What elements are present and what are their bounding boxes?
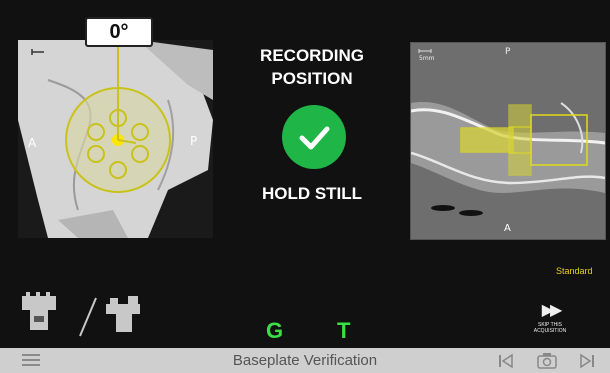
status-line-1: RECORDING xyxy=(260,46,364,65)
ct-anterior-label: A xyxy=(504,223,511,234)
skip-forward-icon[interactable] xyxy=(578,353,596,369)
check-icon xyxy=(282,105,346,169)
status-heading: RECORDING POSITION xyxy=(232,44,392,90)
skip-back-icon[interactable] xyxy=(497,353,515,369)
posterior-label: P xyxy=(190,134,198,148)
g-indicator: G xyxy=(266,318,284,343)
main-screen: A P 0° RECORDING POSITION HOLD STILL 5mm… xyxy=(0,0,610,348)
anterior-label: A xyxy=(28,136,37,150)
bottom-bar: Baseplate Verification xyxy=(0,348,610,373)
bone-3d-view: A P xyxy=(18,40,213,238)
baseplate-icon xyxy=(22,292,56,330)
hold-still-label: HOLD STILL xyxy=(261,184,363,203)
ct-image xyxy=(411,43,605,239)
skip-acquisition-button[interactable]: ▶▶ SKIP THIS ACQUISITION xyxy=(520,302,580,335)
scale-label: 5mm xyxy=(419,55,435,62)
standard-label: Standard xyxy=(556,266,593,276)
fast-forward-icon: ▶▶ xyxy=(541,302,563,319)
camera-icon[interactable] xyxy=(536,352,558,370)
ct-slice-view: 5mm P A xyxy=(410,42,606,240)
glenoid-model xyxy=(18,40,213,238)
status-line-2: POSITION xyxy=(271,69,353,88)
ct-posterior-label: P xyxy=(505,47,511,57)
implant-toggle[interactable] xyxy=(18,290,158,340)
skip-line-2: ACQUISITION xyxy=(533,328,567,334)
divider-slash xyxy=(79,297,97,337)
page-title: Baseplate Verification xyxy=(232,352,378,369)
t-indicator: T xyxy=(337,318,351,343)
baseplate-alt-icon xyxy=(106,296,140,332)
checkmark-icon xyxy=(299,126,330,150)
angle-readout: 0° xyxy=(85,17,153,47)
